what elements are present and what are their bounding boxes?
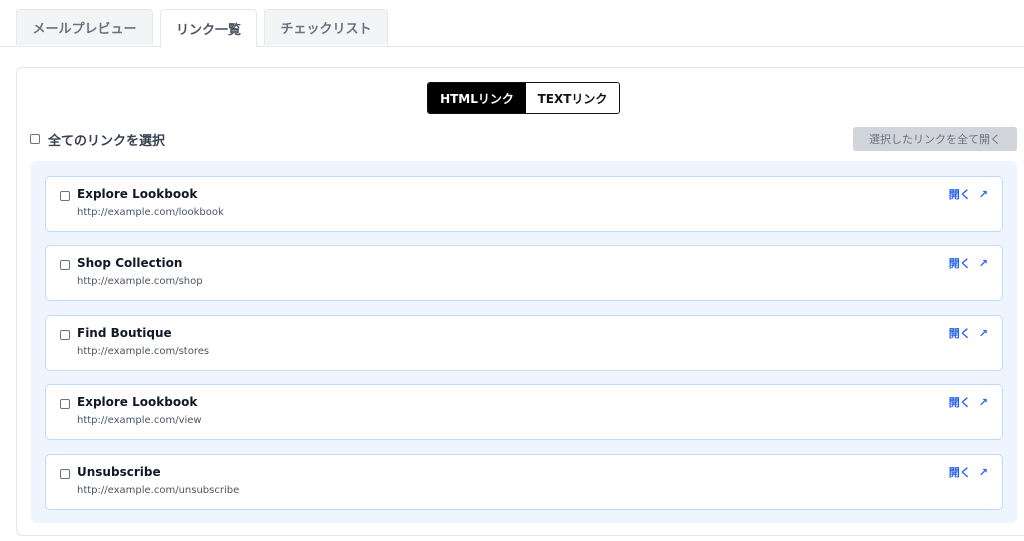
open-link-label: 開く	[948, 188, 971, 201]
html-link-toggle-button[interactable]: HTMLリンク	[428, 83, 526, 113]
select-all-row: 全てのリンクを選択	[30, 130, 166, 149]
open-link-label: 開く	[948, 466, 971, 479]
open-link-button[interactable]: 開く ↗	[949, 394, 988, 410]
link-list-panel: HTMLリンク TEXTリンク 全てのリンクを選択 選択したリンクを全て開く E…	[16, 67, 1024, 536]
link-title: Explore Lookbook	[77, 187, 198, 201]
link-url: http://example.com/shop	[77, 276, 203, 287]
tab-mail-preview[interactable]: メールプレビュー	[16, 9, 153, 45]
open-link-button[interactable]: 開く ↗	[949, 186, 988, 202]
open-link-button[interactable]: 開く ↗	[949, 255, 988, 271]
link-checkbox[interactable]	[60, 469, 70, 479]
link-checkbox[interactable]	[60, 191, 70, 201]
link-card: Unsubscribe http://example.com/unsubscri…	[45, 454, 1003, 510]
tab-bar: メールプレビュー リンク一覧 チェックリスト	[0, 0, 1024, 47]
link-checkbox[interactable]	[60, 399, 70, 409]
external-link-icon: ↗	[978, 326, 988, 340]
link-checkbox[interactable]	[60, 260, 70, 270]
link-title: Explore Lookbook	[77, 395, 198, 409]
link-url: http://example.com/view	[77, 415, 202, 426]
open-link-button[interactable]: 開く ↗	[949, 325, 988, 341]
select-all-checkbox[interactable]	[30, 134, 40, 144]
link-card: Explore Lookbook http://example.com/view…	[45, 384, 1003, 440]
link-title: Unsubscribe	[77, 465, 161, 479]
tab-checklist[interactable]: チェックリスト	[264, 9, 388, 45]
link-card: Explore Lookbook http://example.com/look…	[45, 176, 1003, 232]
link-list: Explore Lookbook http://example.com/look…	[31, 161, 1017, 523]
open-link-label: 開く	[948, 257, 971, 270]
text-link-toggle-button[interactable]: TEXTリンク	[526, 83, 619, 113]
link-checkbox[interactable]	[60, 330, 70, 340]
link-url: http://example.com/stores	[77, 346, 210, 357]
link-card: Shop Collection http://example.com/shop …	[45, 245, 1003, 301]
link-type-toggle: HTMLリンク TEXTリンク	[427, 82, 620, 114]
external-link-icon: ↗	[978, 256, 988, 270]
link-url: http://example.com/lookbook	[77, 207, 224, 218]
open-link-label: 開く	[948, 396, 971, 409]
link-url: http://example.com/unsubscribe	[77, 485, 240, 496]
link-title: Shop Collection	[77, 256, 183, 270]
select-all-label: 全てのリンクを選択	[48, 133, 166, 149]
external-link-icon: ↗	[978, 395, 988, 409]
external-link-icon: ↗	[978, 465, 988, 479]
tab-link-list[interactable]: リンク一覧	[160, 9, 257, 47]
open-link-label: 開く	[948, 327, 971, 340]
link-title: Find Boutique	[77, 326, 172, 340]
open-selected-links-button[interactable]: 選択したリンクを全て開く	[853, 127, 1017, 151]
link-card: Find Boutique http://example.com/stores …	[45, 315, 1003, 371]
open-link-button[interactable]: 開く ↗	[949, 464, 988, 480]
external-link-icon: ↗	[978, 187, 988, 201]
